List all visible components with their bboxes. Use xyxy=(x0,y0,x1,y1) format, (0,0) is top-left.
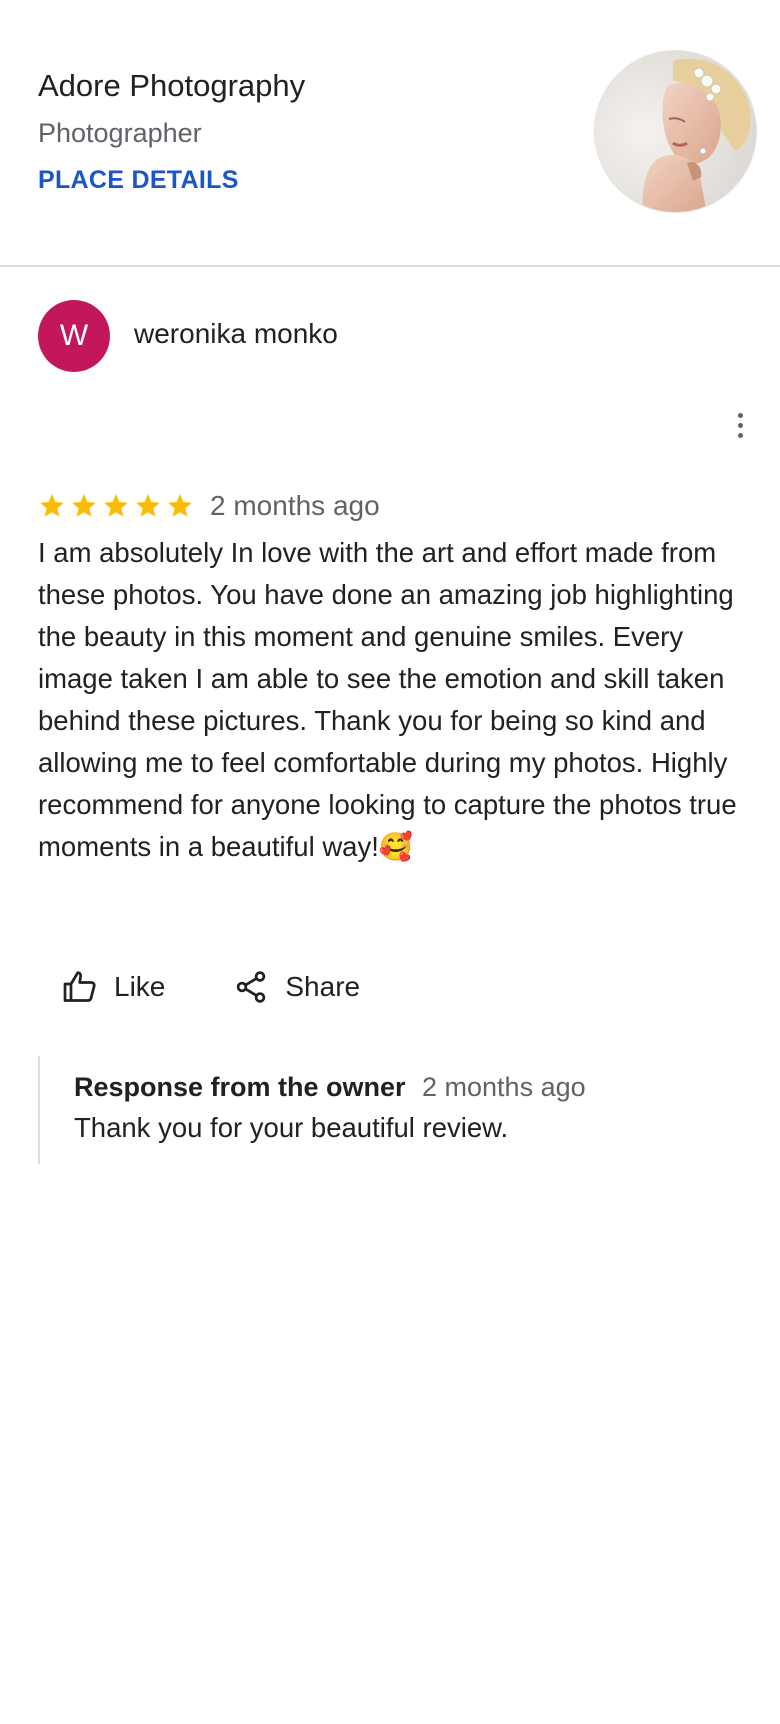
rating-row: 2 months ago xyxy=(38,487,380,525)
place-details-link[interactable]: PLACE DETAILS xyxy=(38,166,239,195)
thumb-up-icon xyxy=(63,971,96,1002)
star-icon xyxy=(168,494,192,517)
owner-response-text: Thank you for your beautiful review. xyxy=(74,1112,509,1143)
owner-response: Response from the owner 2 months ago Tha… xyxy=(38,1056,750,1164)
review-text: I am absolutely In love with the art and… xyxy=(38,537,737,862)
owner-response-date: 2 months ago xyxy=(422,1072,586,1102)
place-photo-image xyxy=(595,51,756,212)
star-icon xyxy=(72,494,96,517)
reviewer-name[interactable]: weronika monko xyxy=(134,318,338,350)
owner-response-label: Response from the owner xyxy=(74,1072,406,1102)
share-button[interactable]: Share xyxy=(209,962,384,1012)
place-name: Adore Photography xyxy=(38,68,306,103)
star-icon xyxy=(136,494,160,517)
share-icon xyxy=(237,971,266,1003)
place-header: Adore Photography Photographer PLACE DET… xyxy=(0,0,780,267)
more-vert-icon xyxy=(737,412,743,418)
star-icon xyxy=(104,494,128,517)
place-category: Photographer xyxy=(38,118,202,148)
reviewer-avatar[interactable]: W xyxy=(38,300,110,372)
reviewer-initial: W xyxy=(59,319,89,352)
place-photo[interactable] xyxy=(594,50,757,213)
more-options-button[interactable] xyxy=(724,405,756,445)
share-label: Share xyxy=(285,971,361,1002)
star-rating xyxy=(38,492,194,520)
star-icon xyxy=(40,494,64,517)
like-button[interactable]: Like xyxy=(38,962,189,1012)
review-date: 2 months ago xyxy=(210,490,380,521)
like-label: Like xyxy=(114,971,166,1002)
review-actions: Like Share xyxy=(38,962,384,1012)
